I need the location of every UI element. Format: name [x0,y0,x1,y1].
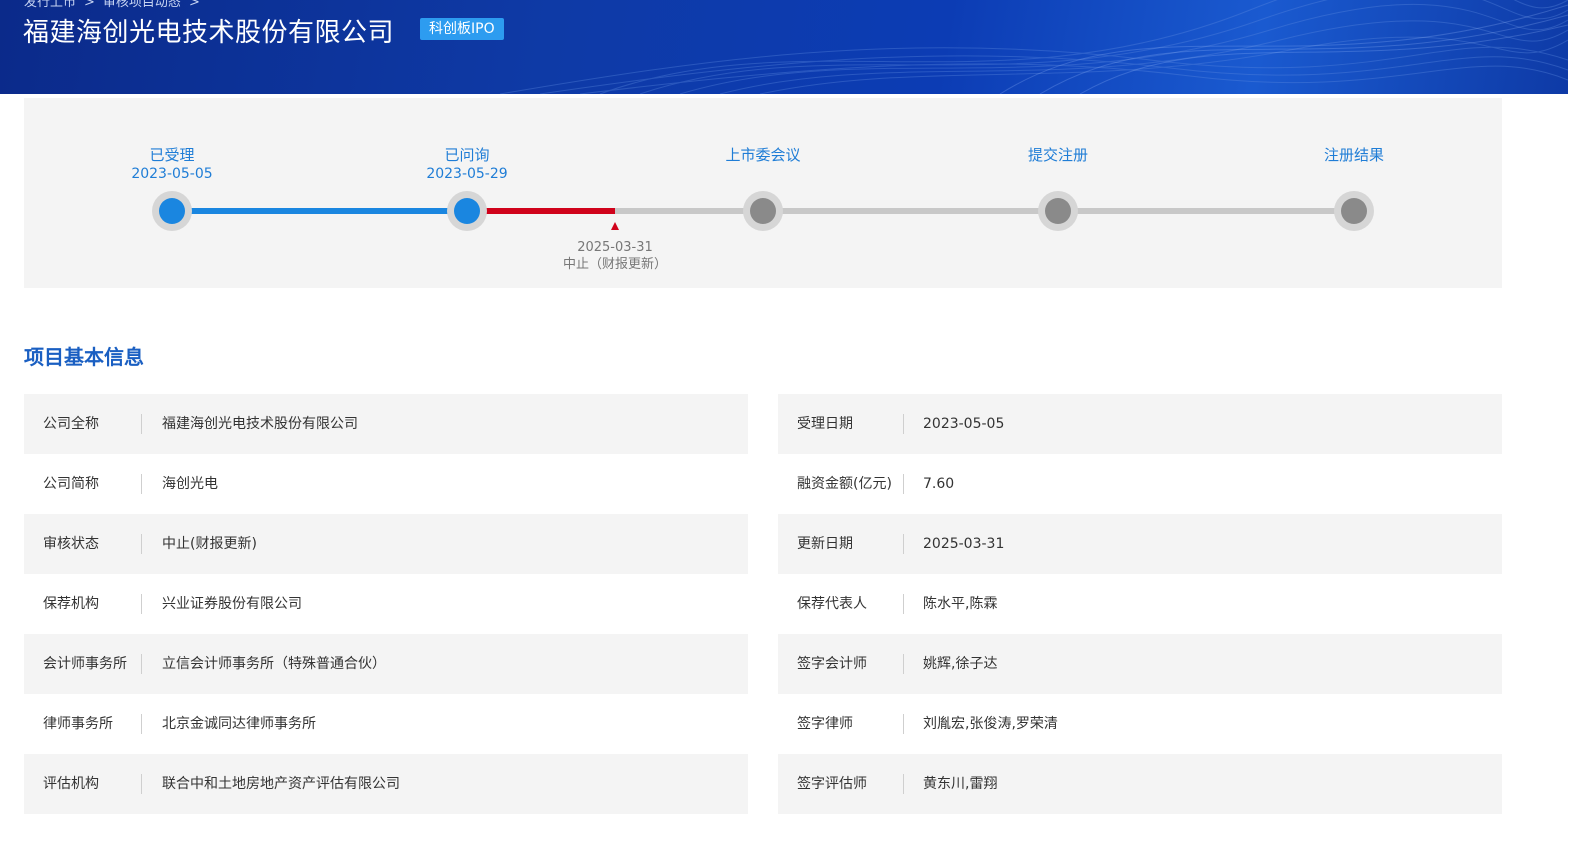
info-label: 公司简称 [43,476,99,492]
info-row-appraisal-firm: 评估机构 联合中和土地房地产资产评估有限公司 [24,754,748,814]
info-divider [903,594,904,614]
info-divider [141,654,142,674]
step-label-registration-result: 注册结果 [1323,146,1384,164]
info-value: 立信会计师事务所（特殊普通合伙） [162,656,386,672]
info-value: 刘胤宏,张俊涛,罗荣清 [923,716,1058,732]
info-divider [141,714,142,734]
step-date-accepted: 2023-05-05 [131,166,213,182]
info-value: 中止(财报更新) [162,536,257,552]
info-row-review-status: 审核状态 中止(财报更新) [24,514,748,574]
info-value: 海创光电 [162,476,218,492]
step-label-inquired: 已问询 [444,146,490,164]
info-row-signing-lawyers: 签字律师 刘胤宏,张俊涛,罗荣清 [778,694,1502,754]
info-divider [903,474,904,494]
step-label-listing-committee: 上市委会议 [725,146,801,164]
info-value: 兴业证券股份有限公司 [162,596,302,612]
step-node-inquired [447,191,487,231]
info-row-company-shortname: 公司简称 海创光电 [24,454,748,514]
info-row-sponsor: 保荐机构 兴业证券股份有限公司 [24,574,748,634]
step-label-accepted: 已受理 [149,146,195,164]
step-node-listing-committee [743,191,783,231]
board-badge: 科创板IPO [420,18,504,40]
info-divider [903,654,904,674]
progress-panel: 已受理 2023-05-05 已问询 2023-05-29 上市委会议 提交注册… [24,98,1502,288]
info-row-law-firm: 律师事务所 北京金诚同达律师事务所 [24,694,748,754]
breadcrumb-separator: > [188,0,200,10]
info-row-financing-amount: 融资金额(亿元) 7.60 [778,454,1502,514]
info-divider [141,534,142,554]
info-row-sponsor-reps: 保荐代表人 陈水平,陈霖 [778,574,1502,634]
info-row-signing-accountants: 签字会计师 姚辉,徐子达 [778,634,1502,694]
progress-track-current [467,208,615,214]
info-divider [903,714,904,734]
info-divider [141,594,142,614]
step-date-inquired: 2023-05-29 [426,166,508,182]
info-label: 审核状态 [43,536,99,552]
progress-track-done [172,208,467,214]
info-value: 2025-03-31 [923,536,1005,552]
marker-date: 2025-03-31 [577,240,653,255]
info-label: 律师事务所 [43,716,113,732]
breadcrumb-item-home[interactable]: 发行上市 [24,0,76,10]
info-label: 评估机构 [43,776,99,792]
page-title: 福建海创光电技术股份有限公司 [23,18,395,48]
info-row-accepted-date: 受理日期 2023-05-05 [778,394,1502,454]
info-divider [903,414,904,434]
info-value: 福建海创光电技术股份有限公司 [162,416,358,432]
info-divider [141,414,142,434]
info-row-updated-date: 更新日期 2025-03-31 [778,514,1502,574]
info-value: 姚辉,徐子达 [923,656,998,672]
header-banner: 发行上市 > 审核项目动态 > 福建海创光电技术股份有限公司 科创板IPO [0,0,1568,94]
step-label-submit-registration: 提交注册 [1027,146,1088,164]
info-value: 2023-05-05 [923,416,1005,432]
info-row-accounting-firm: 会计师事务所 立信会计师事务所（特殊普通合伙） [24,634,748,694]
info-value: 联合中和土地房地产资产评估有限公司 [162,776,400,792]
breadcrumb-item-current[interactable]: 审核项目动态 [103,0,181,10]
info-value: 陈水平,陈霖 [923,596,998,612]
info-label: 更新日期 [797,536,853,552]
info-label: 签字会计师 [797,656,867,672]
info-label: 会计师事务所 [43,656,127,672]
info-label: 受理日期 [797,416,853,432]
info-value: 北京金诚同达律师事务所 [162,716,316,732]
breadcrumb-separator: > [84,0,95,10]
breadcrumb: 发行上市 > 审核项目动态 > [24,0,208,10]
info-label: 保荐机构 [43,596,99,612]
info-divider [903,534,904,554]
info-label: 签字评估师 [797,776,867,792]
info-label: 公司全称 [43,416,99,432]
step-node-registration-result [1334,191,1374,231]
info-divider [903,774,904,794]
info-label: 签字律师 [797,716,853,732]
info-divider [141,774,142,794]
info-value: 黄东川,雷翔 [923,776,998,792]
info-label: 保荐代表人 [797,596,867,612]
info-row-company-fullname: 公司全称 福建海创光电技术股份有限公司 [24,394,748,454]
marker-status-text: 中止（财报更新） [562,257,667,272]
section-title: 项目基本信息 [24,345,144,369]
step-node-submit-registration [1038,191,1078,231]
step-node-accepted [152,191,192,231]
info-row-signing-appraisers: 签字评估师 黄东川,雷翔 [778,754,1502,814]
info-label: 融资金额(亿元) [797,476,892,492]
current-position-marker [611,222,619,230]
info-value: 7.60 [923,476,955,492]
info-divider [141,474,142,494]
